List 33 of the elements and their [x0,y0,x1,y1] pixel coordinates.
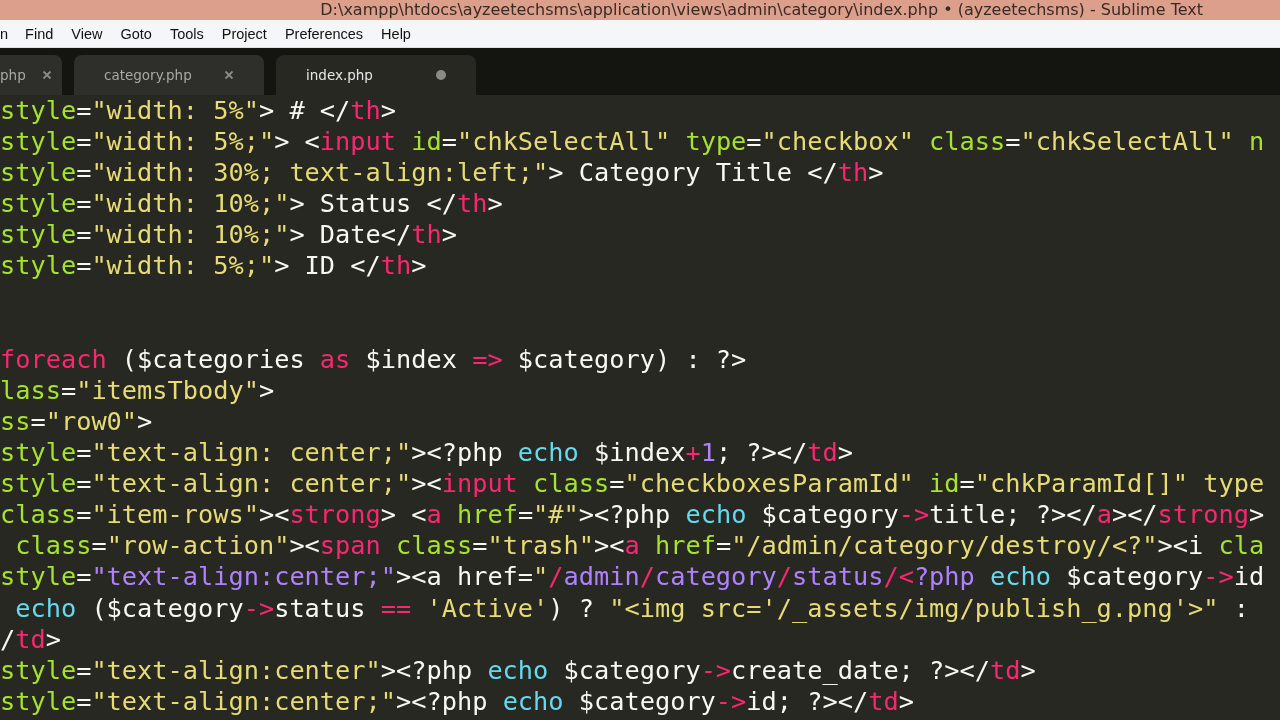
code-line: foreach ($categories as $index => $category) : ?> [0,344,747,374]
menu-item[interactable]: Help [372,25,420,42]
code-line: style="width: 10%;"> Date</th> [0,220,457,250]
file-tab[interactable]: category.php [74,55,264,95]
menu-item[interactable]: Project [212,25,276,42]
file-tab[interactable]: php [0,55,62,95]
unsaved-dot-icon [436,70,446,80]
code-line: style="text-align: center;"><input class="checkboxesParamId" id="chkParamId[]" type [0,469,1265,499]
menu-item[interactable]: Tools [160,25,213,42]
close-icon[interactable] [224,70,234,80]
code-line: style="text-align: center;"><?php echo $index+1; ?></td> [0,438,853,468]
code-line: style="width: 10%;"> Status </th> [0,189,503,219]
code-line: class="item-rows"><strong> <a href="#"><?php echo $category->title; ?></a></strong> [0,500,1265,530]
code-line: /td> [0,624,61,654]
menu-item[interactable]: Preferences [275,25,373,42]
code-line: lass="itemsTbody"> [0,375,275,405]
code-line: class="row-action"><span class="trash"><a href="/admin/category/destroy/<?"><i cla [14,531,1265,561]
menu-item[interactable]: Goto [111,25,161,42]
code-line: style="text-align:center"><?php echo $category->create_date; ?></td> [0,655,1036,685]
code-line: ss="row0"> [0,406,153,436]
code-line: style="text-align:center;"><a href="/admin/category/status/<?php echo $category->id [0,562,1265,592]
menu-item[interactable]: n [0,25,17,42]
menu-item[interactable]: View [62,25,112,42]
code-line: style="width: 30%; text-align:left;"> Category Title </th> [0,158,884,188]
file-tab[interactable]: index.php [276,55,476,95]
close-icon[interactable] [42,70,52,80]
code-line: echo ($category->status == 'Active') ? "<img src='/_assets/img/publish_g.png'>" : [14,593,1249,623]
menu-item[interactable]: Find [16,25,63,42]
code-line: style="text-align:center;"><?php echo $category->id; ?></td> [0,686,914,716]
code-line: style="width: 5%;"> <input id="chkSelectAll" type="checkbox" class="chkSelectAll" n [0,127,1265,157]
window-title: D:\xampp\htdocs\ayzeetechsms\application\views\admin\category\index.php • (ayzeetechsms) - Sublime Text [320,0,1203,20]
code-line: style="width: 5%;"> ID </th> [0,251,427,281]
code-line: style="width: 5%"> # </th> [0,96,396,125]
